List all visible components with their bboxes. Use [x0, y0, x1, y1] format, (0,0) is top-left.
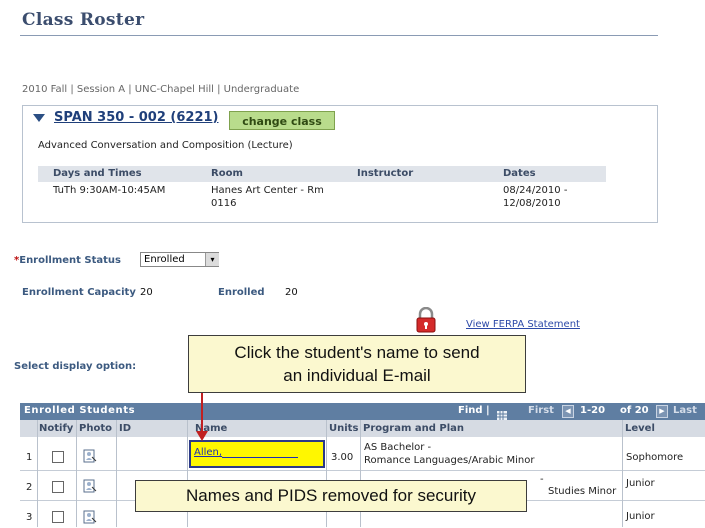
first-link[interactable]: First [528, 405, 554, 416]
col-id[interactable]: ID [119, 423, 131, 434]
next-arrow-icon[interactable]: ▶ [656, 405, 668, 418]
enrolled-label: Enrolled [218, 287, 265, 298]
breadcrumb: 2010 Fall | Session A | UNC-Chapel Hill … [22, 84, 300, 95]
enrollment-status-text: Enrollment Status [19, 255, 122, 266]
grid-divider [76, 420, 77, 527]
photo-icon[interactable] [83, 478, 97, 497]
col-notify: Notify [39, 423, 74, 434]
ferpa-statement-link[interactable]: View FERPA Statement [466, 319, 580, 330]
grid-title: Enrolled Students [24, 405, 136, 416]
level-value: Junior [626, 511, 655, 522]
grid-range: 1-20 [580, 405, 606, 416]
display-option-label: Select display option: [14, 361, 137, 372]
row-number: 2 [26, 482, 33, 493]
name-tip-line2: an individual E-mail [283, 366, 431, 385]
last-link[interactable]: Last [673, 405, 697, 416]
schedule-days-times: TuTh 9:30AM-10:45AM [53, 185, 166, 196]
schedule-header-dates: Dates [503, 168, 536, 179]
enrollment-status-label: *Enrollment Status [14, 255, 121, 266]
enrollment-capacity-label: Enrollment Capacity [22, 287, 136, 298]
padlock-icon [415, 306, 437, 337]
page-title: Class Roster [22, 10, 145, 30]
grid-divider [116, 420, 117, 527]
name-tip-line1: Click the student's name to send [234, 343, 480, 362]
schedule-header-days: Days and Times [53, 168, 142, 179]
dropdown-arrow-icon[interactable]: ▾ [205, 253, 219, 266]
enrolled-value: 20 [285, 287, 298, 298]
title-divider [20, 35, 658, 36]
col-units[interactable]: Units [329, 423, 358, 434]
change-class-button[interactable]: change class [229, 111, 335, 130]
schedule-room-line1: Hanes Art Center - Rm [211, 185, 324, 196]
schedule-dates: 08/24/2010 - 12/08/2010 [503, 184, 567, 210]
schedule-dates-line1: 08/24/2010 - [503, 185, 568, 196]
expand-triangle-icon[interactable] [33, 114, 45, 122]
student-name-link[interactable]: Allen, [194, 447, 222, 458]
level-value: Junior [626, 478, 655, 489]
notify-checkbox[interactable] [52, 451, 64, 463]
grid-divider [622, 420, 623, 527]
schedule-header-instructor: Instructor [357, 168, 414, 179]
notify-checkbox[interactable] [52, 481, 64, 493]
table-row [20, 437, 705, 471]
photo-icon[interactable] [83, 448, 97, 467]
program-line2: Romance Languages/Arabic Minor [364, 455, 535, 466]
security-note-callout: Names and PIDS removed for security [135, 480, 527, 512]
notify-checkbox[interactable] [52, 511, 64, 523]
program-line1: - [540, 474, 544, 485]
name-underline [222, 457, 298, 458]
prev-arrow-icon[interactable]: ◀ [562, 405, 574, 418]
schedule-header-room: Room [211, 168, 243, 179]
grid-of-total: of 20 [620, 405, 649, 416]
level-value: Sophomore [626, 452, 684, 463]
col-level[interactable]: Level [625, 423, 655, 434]
schedule-dates-line2: 12/08/2010 [503, 198, 561, 209]
photo-icon[interactable] [83, 509, 97, 528]
grid-divider [37, 420, 38, 527]
schedule-room-line2: 0116 [211, 198, 237, 209]
program-line1: AS Bachelor - [364, 442, 432, 453]
row-number: 1 [26, 452, 33, 463]
units-value: 3.00 [331, 452, 354, 463]
program-line2: Studies Minor [548, 486, 617, 497]
name-tip-callout: Click the student's name to send an indi… [188, 335, 526, 393]
col-program-plan[interactable]: Program and Plan [363, 423, 464, 434]
row-number: 3 [26, 512, 33, 523]
program-plan-cell: AS Bachelor - Romance Languages/Arabic M… [364, 441, 534, 467]
schedule-room: Hanes Art Center - Rm 0116 [211, 184, 324, 210]
class-description: Advanced Conversation and Composition (L… [38, 140, 293, 151]
arrow-head [196, 431, 208, 441]
enrollment-capacity-value: 20 [140, 287, 153, 298]
col-photo: Photo [79, 423, 112, 434]
class-link[interactable]: SPAN 350 - 002 (6221) [54, 110, 218, 125]
find-link[interactable]: Find | [458, 405, 490, 416]
arrow-down-icon [201, 393, 203, 433]
